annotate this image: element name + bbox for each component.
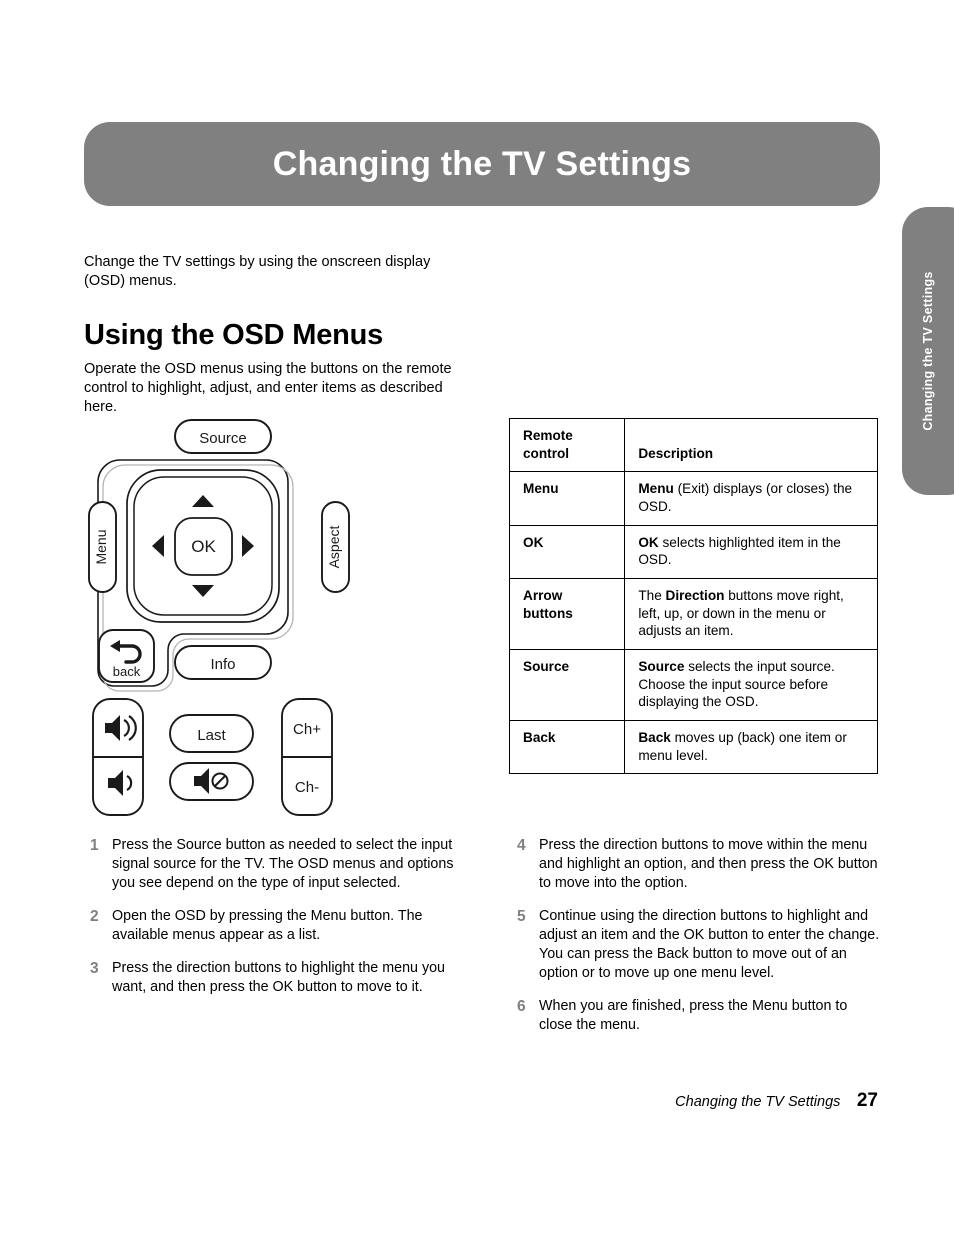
- description-term: Back: [638, 730, 671, 746]
- remote-channel-rocker[interactable]: Ch+ Ch-: [281, 698, 333, 816]
- table-cell-control: Menu: [508, 471, 626, 526]
- step-number: 1: [90, 837, 99, 854]
- remote-channel-down-label: Ch-: [295, 779, 319, 796]
- table-cell-control-line1: Arrow: [523, 588, 563, 604]
- footer-chapter-title: Changing the TV Settings: [675, 1094, 841, 1110]
- remote-source-button[interactable]: Source: [174, 419, 272, 454]
- step-text: Continue using the direction buttons to …: [539, 908, 880, 981]
- step-number: 2: [90, 908, 99, 925]
- remote-menu-button[interactable]: Menu: [88, 501, 117, 593]
- step-text: When you are finished, press the Menu bu…: [539, 998, 848, 1033]
- description-term: OK: [638, 534, 659, 550]
- chapter-side-tab: Changing the TV Settings: [902, 207, 954, 495]
- remote-menu-label: Menu: [93, 529, 109, 564]
- remote-volume-rocker[interactable]: [92, 698, 144, 816]
- list-item: 2 Open the OSD by pressing the Menu butt…: [90, 907, 462, 945]
- step-text: Press the Source button as needed to sel…: [112, 837, 454, 891]
- table-cell-control: Source: [508, 649, 626, 722]
- steps-column-right: 4 Press the direction buttons to move wi…: [517, 836, 882, 1049]
- page-banner: Changing the TV Settings: [84, 122, 880, 206]
- remote-last-label: Last: [197, 727, 226, 744]
- section-heading: Using the OSD Menus: [84, 319, 384, 352]
- list-item: 3 Press the direction buttons to highlig…: [90, 959, 462, 997]
- step-number: 3: [90, 960, 99, 977]
- lead-paragraph: Operate the OSD menus using the buttons …: [84, 360, 452, 415]
- table-header-control-line2: control: [523, 445, 570, 461]
- table-header-control: Remote control: [508, 417, 626, 473]
- remote-back-button[interactable]: back: [98, 629, 155, 683]
- step-number: 4: [517, 837, 526, 854]
- intro-paragraph: Change the TV settings by using the onsc…: [84, 253, 431, 289]
- table-row: OK OK selects highlighted item in the OS…: [508, 524, 878, 580]
- list-item: 5 Continue using the direction buttons t…: [517, 907, 882, 983]
- step-text: Open the OSD by pressing the Menu button…: [112, 908, 423, 943]
- table-row: Source Source selects the input source. …: [508, 649, 878, 722]
- table-header-description: Description: [624, 417, 878, 473]
- table-cell-description: Menu (Exit) displays (or closes) the OSD…: [624, 471, 878, 526]
- table-cell-control: Back: [508, 720, 626, 775]
- table-row: Back Back moves up (back) one item or me…: [508, 720, 878, 775]
- remote-last-button[interactable]: Last: [169, 714, 254, 753]
- remote-aspect-label: Aspect: [326, 525, 342, 568]
- step-text: Press the direction buttons to highlight…: [112, 960, 446, 995]
- table-row: Arrow buttons The Direction buttons move…: [508, 578, 878, 651]
- table-header-row: Remote control Description: [508, 417, 878, 473]
- description-term: Direction: [665, 588, 725, 604]
- description-prefix: The: [638, 588, 666, 604]
- remote-info-label: Info: [210, 656, 235, 673]
- remote-control-description-table: Remote control Description Menu Menu (Ex…: [508, 417, 878, 775]
- list-item: 4 Press the direction buttons to move wi…: [517, 836, 882, 893]
- table-cell-description: The Direction buttons move right, left, …: [624, 578, 878, 651]
- description-term: Menu: [638, 481, 674, 497]
- list-item: 1 Press the Source button as needed to s…: [90, 836, 462, 893]
- remote-aspect-button[interactable]: Aspect: [321, 501, 350, 593]
- list-item: 6 When you are finished, press the Menu …: [517, 997, 882, 1035]
- chapter-side-tab-label: Changing the TV Settings: [921, 271, 935, 431]
- description-term: Source: [638, 659, 685, 675]
- table-header-control-line1: Remote: [523, 428, 573, 443]
- remote-mute-button[interactable]: [169, 762, 254, 801]
- description-text: selects highlighted item in the OSD.: [638, 534, 841, 568]
- page-footer: Changing the TV Settings 27: [0, 1090, 878, 1112]
- footer-page-number: 27: [856, 1090, 878, 1111]
- remote-ok-label: OK: [191, 537, 216, 556]
- remote-channel-up-label: Ch+: [293, 721, 321, 738]
- page-title: Changing the TV Settings: [272, 144, 692, 183]
- steps-column-left: 1 Press the Source button as needed to s…: [90, 836, 462, 1011]
- step-number: 6: [517, 998, 526, 1015]
- table-cell-description: OK selects highlighted item in the OSD.: [624, 524, 878, 580]
- remote-ok-button[interactable]: OK: [174, 517, 233, 576]
- remote-source-label: Source: [199, 430, 247, 447]
- table-cell-description: Back moves up (back) one item or menu le…: [624, 720, 878, 775]
- step-text: Press the direction buttons to move with…: [539, 837, 878, 891]
- table-row: Menu Menu (Exit) displays (or closes) th…: [508, 471, 878, 526]
- remote-back-label: back: [113, 664, 141, 679]
- table-cell-control: OK: [508, 524, 626, 580]
- step-number: 5: [517, 908, 526, 925]
- table-cell-control: Arrow buttons: [508, 578, 626, 651]
- remote-info-button[interactable]: Info: [174, 645, 272, 680]
- table-cell-control-line2: buttons: [523, 605, 573, 621]
- table-cell-description: Source selects the input source. Choose …: [624, 649, 878, 722]
- remote-control-diagram: Source OK Menu Aspect back Info Last Ch+…: [82, 415, 482, 825]
